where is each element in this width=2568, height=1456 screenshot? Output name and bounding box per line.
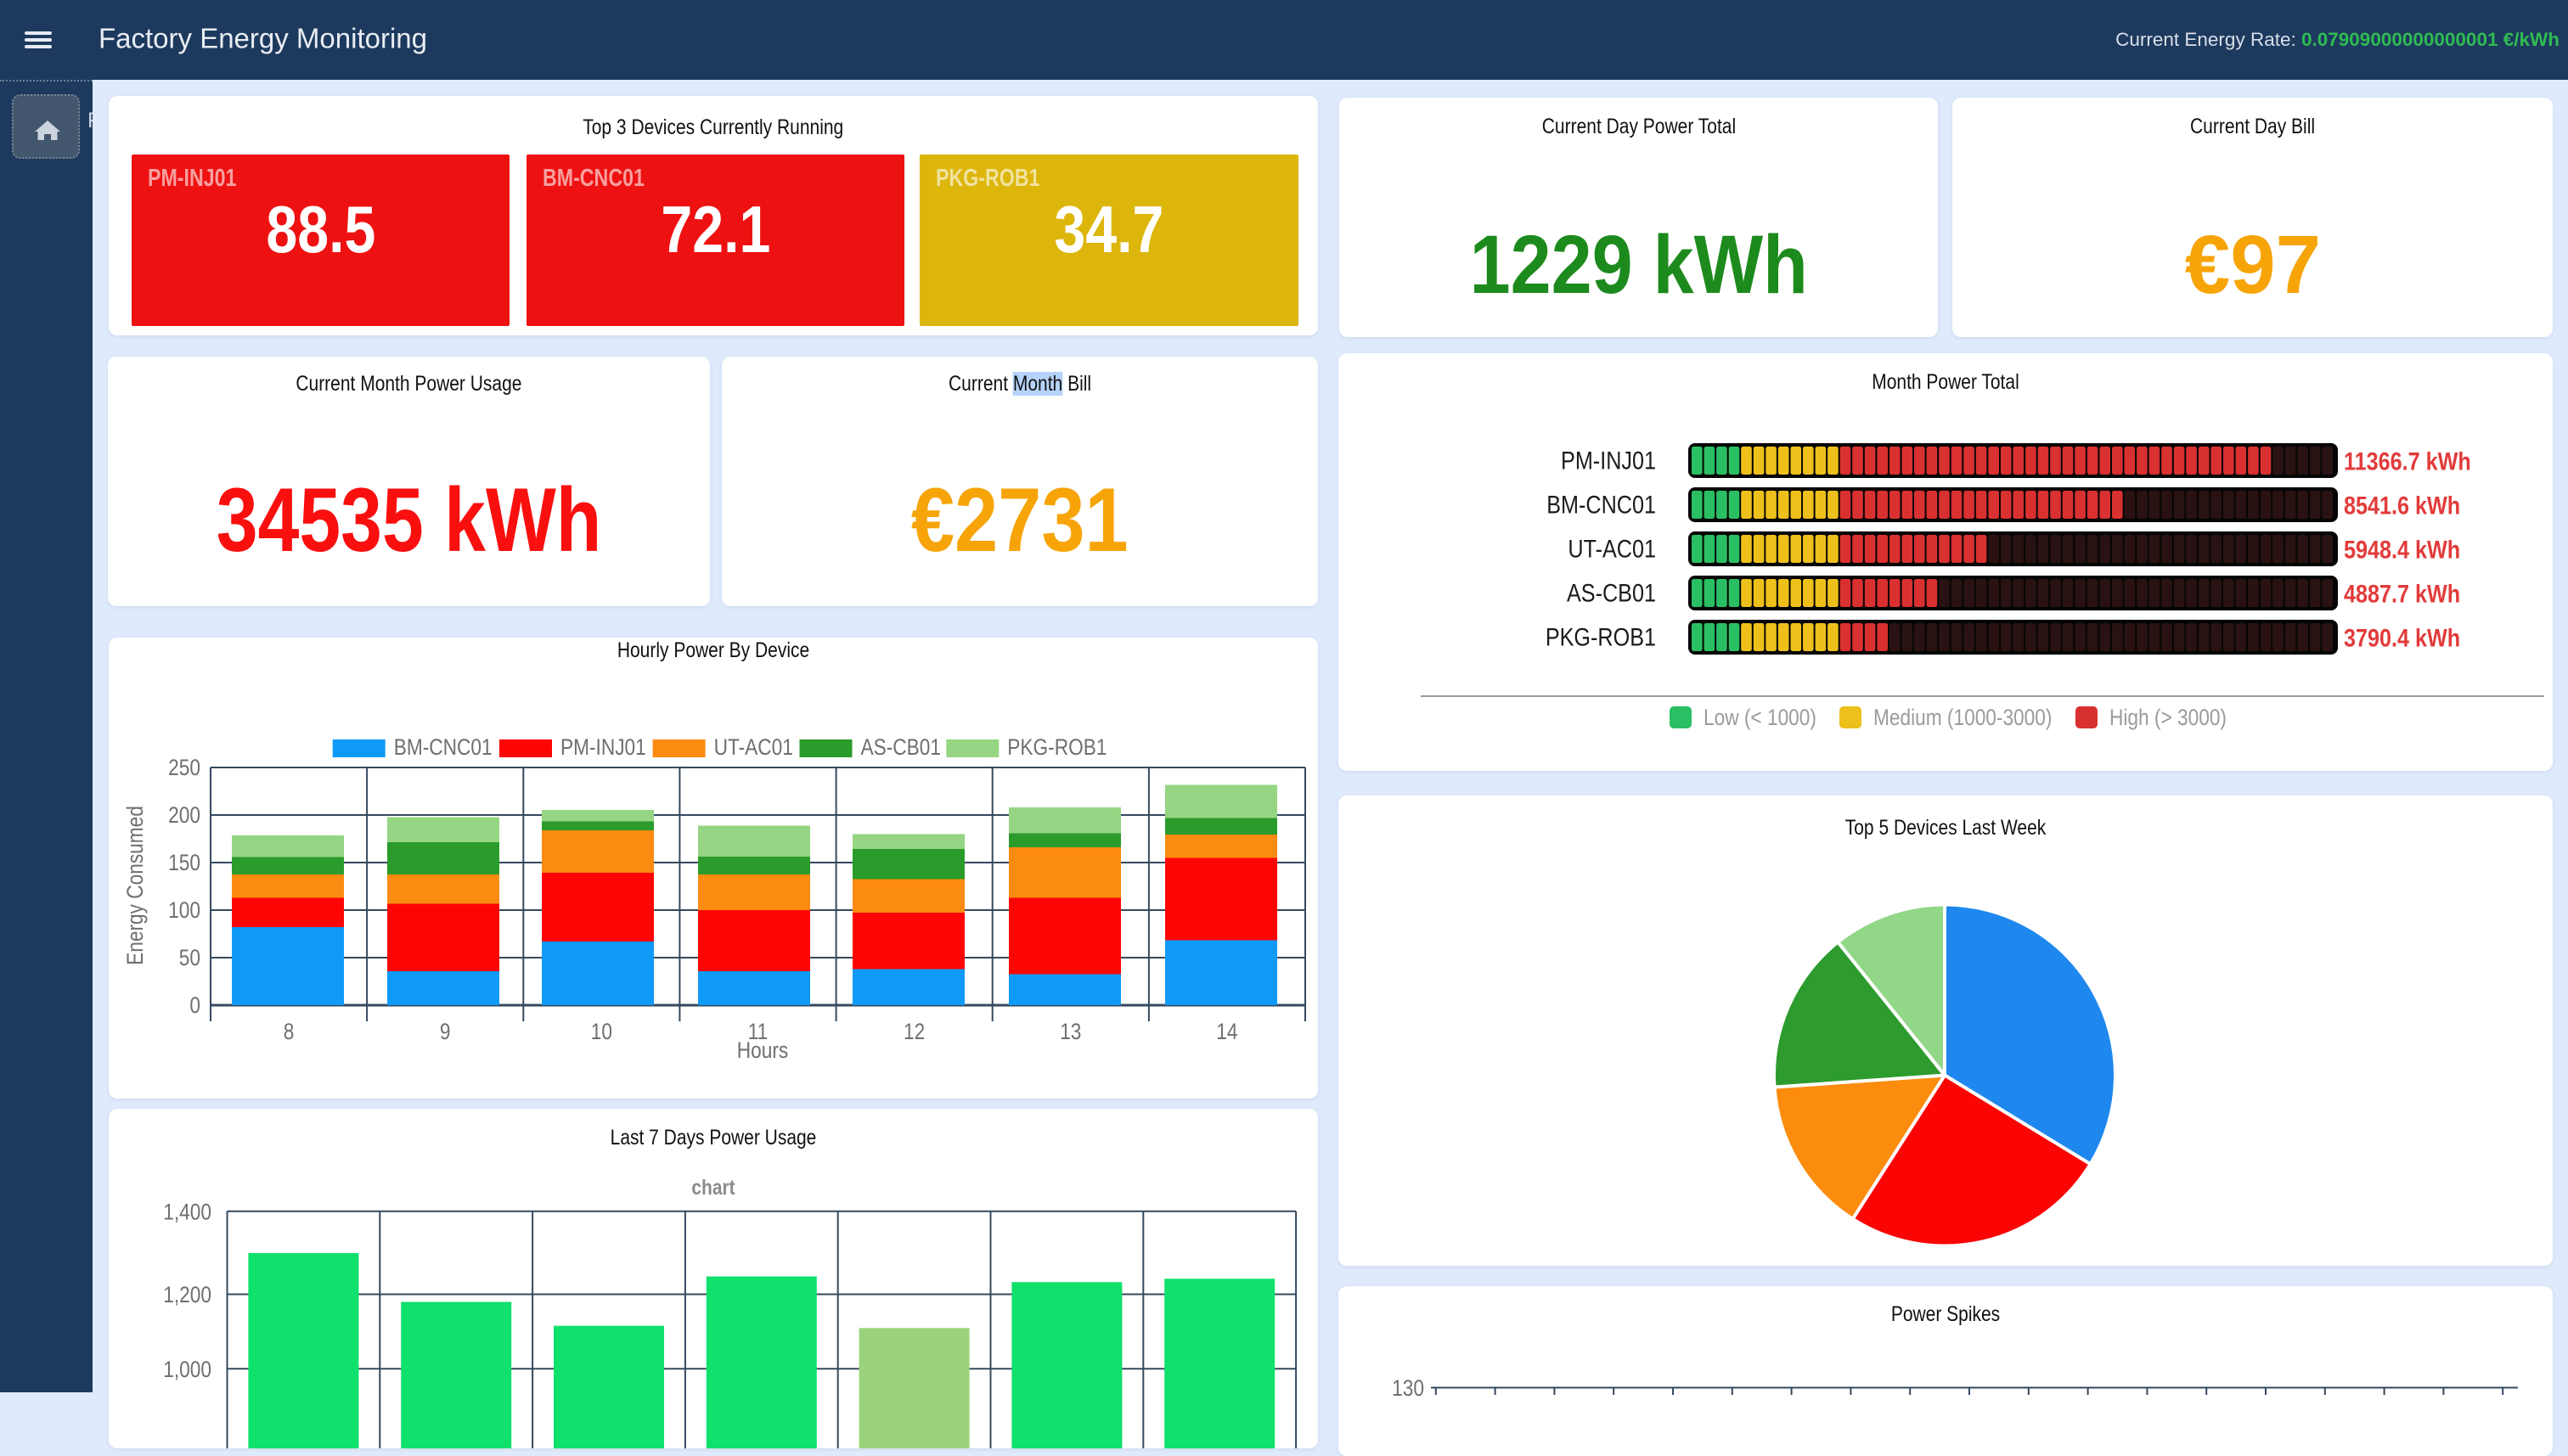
svg-text:200: 200 xyxy=(168,802,200,828)
svg-text:130: 130 xyxy=(1392,1375,1424,1401)
svg-text:PM-INJ01: PM-INJ01 xyxy=(560,734,646,760)
svg-text:PM-INJ01: PM-INJ01 xyxy=(1561,446,1656,475)
svg-text:250: 250 xyxy=(168,755,200,780)
svg-text:UT-AC01: UT-AC01 xyxy=(714,734,793,760)
svg-text:Low (< 1000): Low (< 1000) xyxy=(1704,705,1816,730)
svg-text:4887.7 kWh: 4887.7 kWh xyxy=(2344,579,2460,608)
svg-text:BM-CNC01: BM-CNC01 xyxy=(1546,490,1656,519)
svg-text:14: 14 xyxy=(1216,1019,1237,1044)
svg-text:10: 10 xyxy=(591,1019,612,1044)
svg-text:Hourly Power By Device: Hourly Power By Device xyxy=(617,638,809,661)
svg-text:chart: chart xyxy=(691,1175,735,1199)
svg-text:PKG-ROB1: PKG-ROB1 xyxy=(1546,622,1656,651)
svg-text:50: 50 xyxy=(179,945,200,970)
svg-text:11366.7 kWh: 11366.7 kWh xyxy=(2344,447,2471,475)
svg-text:100: 100 xyxy=(168,897,200,923)
svg-text:1,200: 1,200 xyxy=(163,1282,211,1307)
svg-text:13: 13 xyxy=(1060,1019,1081,1044)
svg-text:PKG-ROB1: PKG-ROB1 xyxy=(1007,734,1107,760)
svg-text:1,400: 1,400 xyxy=(163,1199,211,1224)
svg-text:Last 7 Days Power Usage: Last 7 Days Power Usage xyxy=(611,1125,817,1149)
svg-text:12: 12 xyxy=(904,1019,925,1044)
svg-text:8: 8 xyxy=(284,1019,295,1044)
svg-text:Top 5 Devices Last Week: Top 5 Devices Last Week xyxy=(1845,815,2047,839)
svg-text:1,000: 1,000 xyxy=(163,1357,211,1382)
svg-text:Power Spikes: Power Spikes xyxy=(1891,1301,2000,1325)
svg-text:0: 0 xyxy=(189,992,200,1018)
svg-text:5948.4 kWh: 5948.4 kWh xyxy=(2344,535,2460,564)
svg-text:8541.6 kWh: 8541.6 kWh xyxy=(2344,491,2460,520)
svg-text:Medium (1000-3000): Medium (1000-3000) xyxy=(1873,705,2052,730)
svg-text:Month Power Total: Month Power Total xyxy=(1872,369,2019,393)
svg-text:9: 9 xyxy=(440,1019,451,1044)
svg-text:AS-CB01: AS-CB01 xyxy=(1567,578,1656,607)
svg-text:High (> 3000): High (> 3000) xyxy=(2109,705,2227,730)
svg-text:UT-AC01: UT-AC01 xyxy=(1568,534,1656,563)
svg-text:3790.4 kWh: 3790.4 kWh xyxy=(2344,623,2460,652)
svg-text:150: 150 xyxy=(168,850,200,875)
svg-text:Energy Consumed: Energy Consumed xyxy=(122,806,148,965)
svg-text:AS-CB01: AS-CB01 xyxy=(861,734,942,760)
svg-text:BM-CNC01: BM-CNC01 xyxy=(394,734,493,760)
svg-text:Hours: Hours xyxy=(737,1037,788,1063)
